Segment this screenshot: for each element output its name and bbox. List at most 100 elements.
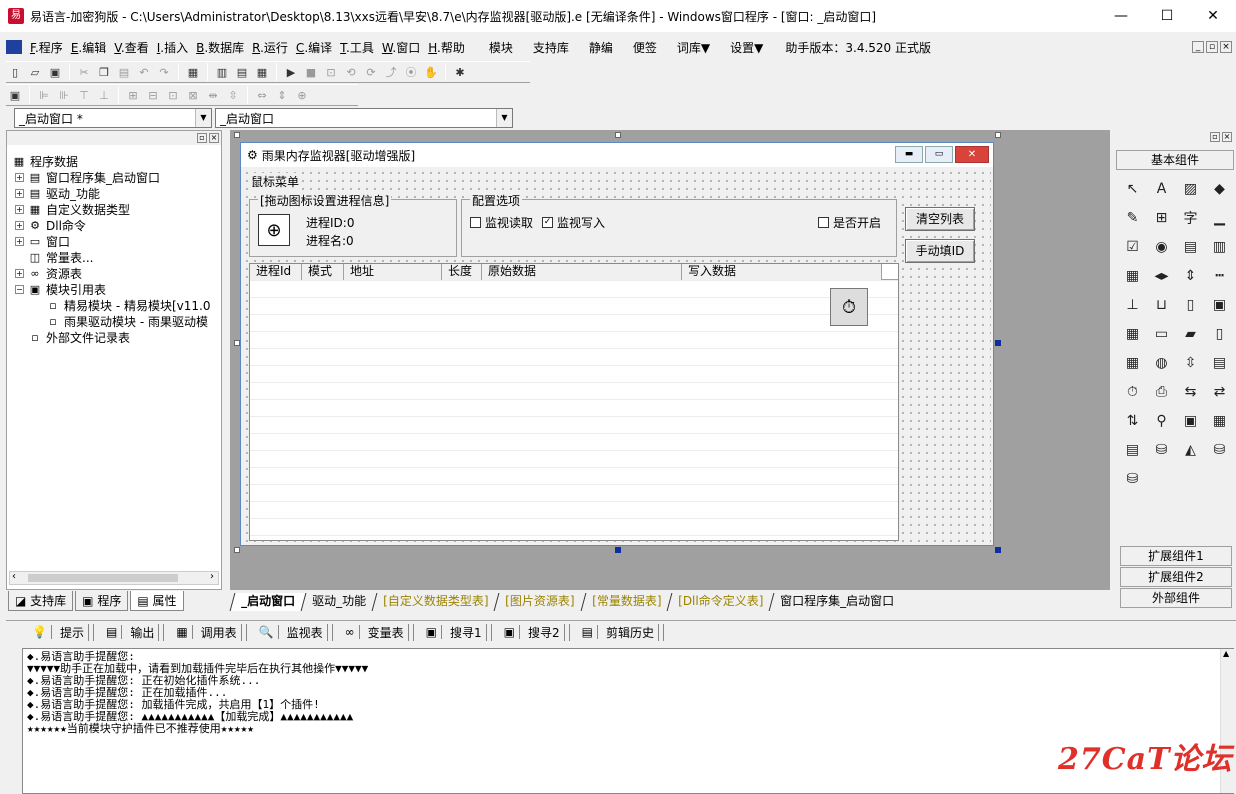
char-icon[interactable]: 字: [1176, 203, 1205, 232]
network2-icon[interactable]: ⇄: [1205, 377, 1234, 406]
collapse-icon[interactable]: −: [15, 284, 24, 294]
output-tab[interactable]: ▤ 剪辑历史: [574, 623, 664, 641]
doc-tab[interactable]: [图片资源表]: [493, 593, 586, 611]
same-height-icon[interactable]: ⊠: [184, 86, 202, 104]
window-icon[interactable]: ▣: [1205, 290, 1234, 319]
panel-icon[interactable]: ▤: [1205, 348, 1234, 377]
calendar-icon[interactable]: ▦: [1118, 319, 1147, 348]
scroll-up-icon[interactable]: ▲: [1223, 649, 1229, 658]
combobox-icon[interactable]: ▤: [1176, 232, 1205, 261]
monitor-read-checkbox[interactable]: 监视读取: [470, 214, 533, 231]
edit-icon[interactable]: ✎: [1118, 203, 1147, 232]
column-header[interactable]: 地址: [344, 264, 442, 280]
manual-fill-id-button[interactable]: 手动填ID: [905, 239, 975, 263]
column-header[interactable]: 模式: [302, 264, 344, 280]
minimize-button[interactable]: —: [1098, 0, 1144, 32]
mdi-restore-button[interactable]: ▫: [1206, 41, 1218, 53]
enable-checkbox[interactable]: 是否开启: [818, 214, 881, 231]
mdi-close-button[interactable]: ×: [1220, 41, 1232, 53]
layout3-icon[interactable]: ▦: [253, 63, 271, 81]
column-header[interactable]: 写入数据: [682, 264, 882, 280]
panel-close-icon[interactable]: ×: [1222, 132, 1232, 142]
menu-extra-5[interactable]: 设置▼: [720, 39, 773, 56]
undo-icon[interactable]: ↶: [135, 63, 153, 81]
menu-item-6[interactable]: C.编译: [292, 39, 336, 56]
hand-icon[interactable]: ✋: [422, 63, 440, 81]
tree-item[interactable]: + ∞ 资源表: [11, 265, 221, 281]
menu-item-3[interactable]: I.插入: [153, 39, 192, 56]
debug-bug-icon[interactable]: ✱: [451, 63, 469, 81]
paste-icon[interactable]: ▤: [115, 63, 133, 81]
tree-hscrollbar[interactable]: ‹ ›: [9, 571, 219, 585]
column-header[interactable]: 原始数据: [482, 264, 682, 280]
center-v-icon[interactable]: ⊟: [144, 86, 162, 104]
expand-icon[interactable]: +: [15, 172, 24, 182]
frame-icon[interactable]: ▭: [1147, 319, 1176, 348]
tab-support-lib[interactable]: ◪ 支持库: [8, 591, 74, 611]
output-text[interactable]: ◆.易语言助手提醒您: ▼▼▼▼▼助手正在加载中，请看到加载插件完毕后在执行其他操…: [22, 648, 1234, 794]
expand-icon[interactable]: +: [15, 188, 24, 198]
layout2-icon[interactable]: ▤: [233, 63, 251, 81]
layout1-icon[interactable]: ▥: [213, 63, 231, 81]
odbc-icon[interactable]: ⛁: [1205, 435, 1234, 464]
menu-item-4[interactable]: B.数据库: [192, 39, 248, 56]
scroll-right-icon[interactable]: ›: [210, 571, 214, 582]
run-to-cursor-icon[interactable]: ⦿: [402, 63, 420, 81]
shape-icon[interactable]: ◆: [1205, 174, 1234, 203]
chevron-down-icon[interactable]: ▼: [496, 109, 512, 127]
form-icon[interactable]: ▣: [6, 86, 24, 104]
save-icon[interactable]: ▣: [46, 63, 64, 81]
dialog-icon[interactable]: ▯: [1176, 290, 1205, 319]
resize-v-icon[interactable]: ⇕: [273, 86, 291, 104]
menu-item-5[interactable]: R.运行: [248, 39, 292, 56]
panel-close-icon[interactable]: ×: [209, 133, 219, 143]
step-icon[interactable]: ⊡: [322, 63, 340, 81]
tree-item[interactable]: ▫ 精易模块 - 精易模块[v11.0: [11, 297, 221, 313]
find-icon[interactable]: ▦: [184, 63, 202, 81]
split-icon[interactable]: ⇳: [1176, 348, 1205, 377]
tree-item[interactable]: + ▭ 窗口: [11, 233, 221, 249]
stop-icon[interactable]: ■: [302, 63, 320, 81]
server-icon[interactable]: ⇅: [1118, 406, 1147, 435]
menu-item-0[interactable]: F.程序: [26, 39, 67, 56]
column-header[interactable]: 进程Id: [250, 264, 302, 280]
form-mouse-menu[interactable]: 鼠标菜单: [249, 173, 302, 190]
line-icon[interactable]: ▁: [1205, 203, 1234, 232]
space-v-icon[interactable]: ⇳: [224, 86, 242, 104]
expand-icon[interactable]: +: [15, 220, 24, 230]
panel-minimize-icon[interactable]: ▫: [197, 133, 207, 143]
tree-root[interactable]: ▦ 程序数据: [11, 153, 221, 169]
menu-item-1[interactable]: E.编辑: [67, 39, 110, 56]
step-out-icon[interactable]: ⤴: [382, 63, 400, 81]
panel-minimize-icon[interactable]: ▫: [1210, 132, 1220, 142]
tree-item[interactable]: ▫ 外部文件记录表: [11, 329, 221, 345]
tree-item[interactable]: + ▤ 驱动_功能: [11, 185, 221, 201]
maximize-button[interactable]: ☐: [1144, 0, 1190, 32]
drag-target-icon[interactable]: ⊕: [258, 214, 290, 246]
output-tab[interactable]: ▣ 搜寻1: [418, 623, 492, 641]
object-combo[interactable]: _启动窗口 * ▼: [14, 108, 212, 128]
run-icon[interactable]: ▶: [282, 63, 300, 81]
copy-icon[interactable]: ❐: [95, 63, 113, 81]
doc-tab[interactable]: [自定义数据类型表]: [371, 593, 499, 611]
expand-icon[interactable]: +: [15, 268, 24, 278]
scroll-icon[interactable]: ◂▸: [1147, 261, 1176, 290]
clear-list-button[interactable]: 清空列表: [905, 207, 975, 231]
open-file-icon[interactable]: ▱: [26, 63, 44, 81]
output-tab[interactable]: ▤ 输出: [98, 623, 165, 641]
basic-components-header[interactable]: 基本组件: [1116, 150, 1234, 170]
monitor-write-checkbox[interactable]: ✓ 监视写入: [542, 214, 605, 231]
tree-item[interactable]: ▫ 雨果驱动模块 - 雨果驱动模: [11, 313, 221, 329]
folder-icon[interactable]: ▰: [1176, 319, 1205, 348]
tree-item[interactable]: ◫ 常量表...: [11, 249, 221, 265]
expand-icon[interactable]: +: [15, 236, 24, 246]
space-h-icon[interactable]: ⇹: [204, 86, 222, 104]
external-components-header[interactable]: 外部组件: [1120, 588, 1232, 608]
redo-icon[interactable]: ↷: [155, 63, 173, 81]
align-left-icon[interactable]: ⊫: [35, 86, 53, 104]
tree-item[interactable]: + ▤ 窗口程序集_启动窗口: [11, 169, 221, 185]
center-form-icon[interactable]: ⊕: [293, 86, 311, 104]
tab-properties[interactable]: ▤ 属性: [130, 591, 184, 611]
chart-icon[interactable]: ◭: [1176, 435, 1205, 464]
ruler-icon[interactable]: ⊥: [1118, 290, 1147, 319]
